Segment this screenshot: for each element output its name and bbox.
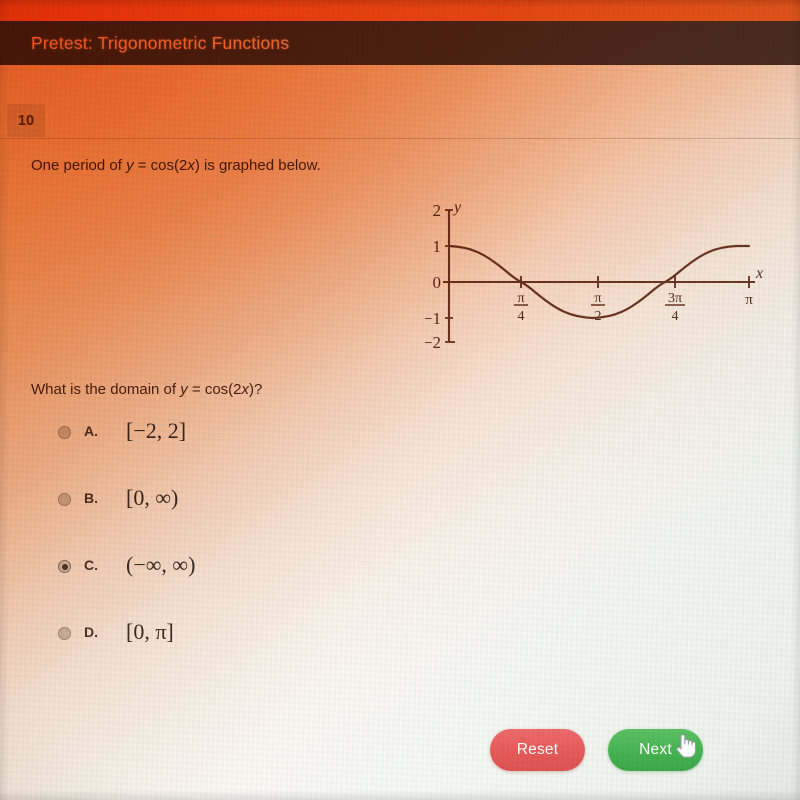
answer-option-d[interactable]: D. [0, π] bbox=[58, 621, 478, 688]
question-before: What is the domain of bbox=[31, 381, 181, 398]
hand-pointer-cursor-icon bbox=[676, 734, 696, 758]
prompt-before: One period of bbox=[31, 157, 127, 174]
answer-options: A. [−2, 2] B. [0, ∞) C. (−∞, ∞) D. [0, π… bbox=[58, 420, 478, 688]
answer-option-a[interactable]: A. [−2, 2] bbox=[58, 420, 478, 487]
reset-button-label: Reset bbox=[516, 741, 559, 758]
reset-button[interactable]: Reset bbox=[490, 729, 585, 771]
question-text: What is the domain of y = cos(2x)? bbox=[31, 381, 262, 398]
svg-text:3π: 3π bbox=[668, 291, 682, 306]
option-letter-a: A. bbox=[84, 423, 98, 439]
svg-text:4: 4 bbox=[518, 309, 525, 324]
prompt-var-x: x bbox=[187, 157, 195, 174]
x-label-pi-over-4: π 4 bbox=[514, 291, 528, 324]
x-label-pi: π bbox=[745, 292, 753, 308]
option-letter-b: B. bbox=[84, 490, 98, 506]
cosine-graph: 2 1 0 −1 −2 y π 4 π 2 3π 4 π x bbox=[425, 196, 775, 356]
prompt-var-y: y bbox=[126, 157, 134, 174]
question-equals: = cos(2 bbox=[187, 381, 242, 398]
x-label-3pi-over-4: 3π 4 bbox=[665, 291, 685, 324]
option-letter-c: C. bbox=[84, 557, 98, 573]
option-value-b: [0, ∞) bbox=[126, 485, 179, 510]
radio-button-b[interactable] bbox=[58, 493, 71, 506]
y-label-minus1: −1 bbox=[425, 309, 441, 328]
option-letter-d: D. bbox=[84, 624, 98, 640]
top-edge-strip bbox=[0, 0, 800, 21]
header-divider bbox=[0, 138, 800, 139]
option-value-a: [−2, 2] bbox=[126, 418, 187, 443]
page-title: Pretest: Trigonometric Functions bbox=[31, 32, 290, 53]
question-var-y: y bbox=[180, 381, 188, 398]
answer-option-b[interactable]: B. [0, ∞) bbox=[58, 487, 478, 554]
question-after: )? bbox=[249, 381, 263, 398]
radio-button-a[interactable] bbox=[58, 426, 71, 439]
y-label-minus2: −2 bbox=[425, 333, 441, 352]
option-value-c: (−∞, ∞) bbox=[126, 552, 196, 577]
y-label-1: 1 bbox=[433, 237, 442, 256]
question-number-badge: 10 bbox=[7, 104, 45, 137]
graph-svg: 2 1 0 −1 −2 y π 4 π 2 3π 4 π x bbox=[425, 199, 763, 352]
prompt-text: One period of y = cos(2x) is graphed bel… bbox=[31, 157, 321, 174]
radio-button-d[interactable] bbox=[58, 627, 71, 640]
x-axis-title: x bbox=[755, 265, 763, 282]
option-value-d: [0, π] bbox=[126, 619, 174, 644]
prompt-after: ) is graphed below. bbox=[194, 157, 321, 174]
question-var-x: x bbox=[241, 381, 250, 398]
svg-text:4: 4 bbox=[672, 309, 679, 324]
svg-text:π: π bbox=[594, 291, 601, 306]
y-axis-title: y bbox=[452, 199, 462, 216]
prompt-equals: = cos(2 bbox=[133, 157, 188, 174]
y-label-2: 2 bbox=[433, 201, 442, 220]
app-header: Pretest: Trigonometric Functions bbox=[0, 21, 800, 65]
radio-button-c[interactable] bbox=[58, 560, 71, 573]
next-button-label: Next bbox=[639, 741, 672, 758]
svg-text:π: π bbox=[517, 291, 524, 306]
quiz-screenshot: Pretest: Trigonometric Functions 10 One … bbox=[0, 0, 800, 800]
answer-option-c[interactable]: C. (−∞, ∞) bbox=[58, 554, 478, 621]
y-label-0: 0 bbox=[433, 273, 442, 292]
question-number-text: 10 bbox=[17, 112, 35, 129]
